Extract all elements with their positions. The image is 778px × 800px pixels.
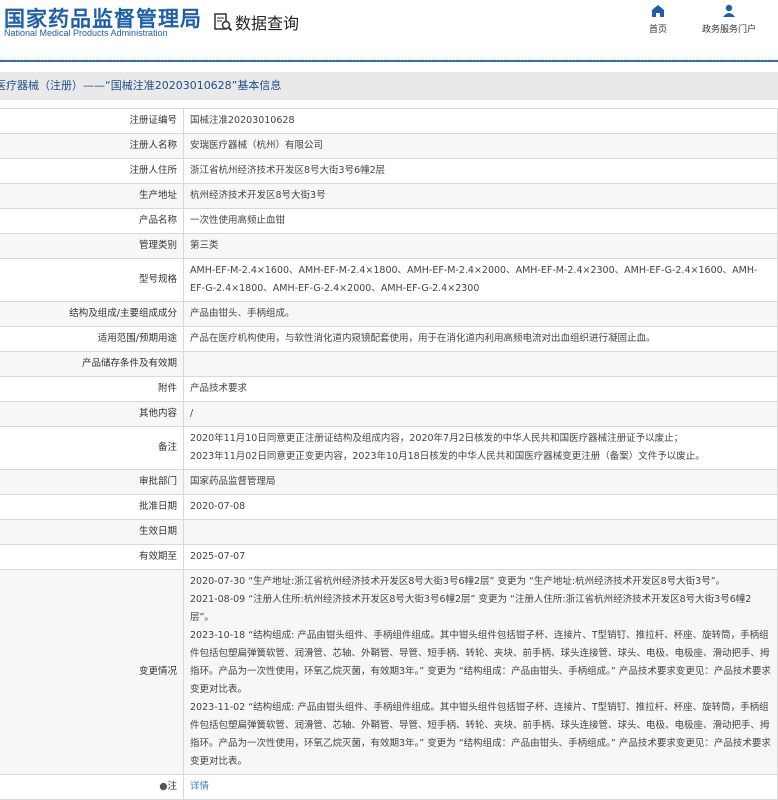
- value-line: 2020-07-30 “生产地址:浙江省杭州经济技术开发区8号大街3号6幢2层”…: [190, 576, 726, 587]
- data-query-label: 数据查询: [235, 14, 300, 33]
- row-label: 变更情况: [0, 569, 184, 775]
- row-label: 批准日期: [0, 494, 184, 520]
- nav-service-label: 政务服务门户: [702, 25, 757, 35]
- table-row: 注册人名称 安瑞医疗器械（杭州）有限公司: [0, 133, 778, 159]
- row-label: 注册人名称: [0, 133, 184, 159]
- row-label: 其他内容: [0, 401, 184, 427]
- table-row: 附件 产品技术要求: [0, 376, 778, 402]
- pin-icon: ●: [159, 781, 168, 792]
- table-row: 审批部门 国家药品监督管理局: [0, 469, 778, 495]
- note-label: 注: [167, 781, 177, 792]
- table-row: 其他内容 /: [0, 401, 778, 427]
- row-value: 国械注准20203010628: [183, 108, 778, 134]
- table-row: 产品储存条件及有效期: [0, 351, 778, 377]
- row-label: 管理类别: [0, 233, 184, 259]
- row-label: 备注: [0, 426, 184, 470]
- row-value: 2025-07-07: [183, 544, 778, 570]
- row-label: 产品储存条件及有效期: [0, 351, 184, 377]
- home-icon: [652, 5, 664, 17]
- row-value: 2020-07-08: [183, 494, 778, 520]
- table-row: 适用范围/预期用途 产品在医疗机构使用，与软性消化道内窥镜配套使用，用于在消化道内…: [0, 326, 778, 352]
- row-value: [183, 519, 778, 545]
- table-row: 生产地址 杭州经济技术开发区8号大街3号: [0, 183, 778, 209]
- row-value: 杭州经济技术开发区8号大街3号: [183, 183, 778, 209]
- document-search-icon: [214, 13, 233, 32]
- table-row: 产品名称 一次性使用高频止血钳: [0, 208, 778, 234]
- row-label: 产品名称: [0, 208, 184, 234]
- logo-subtitle: National Medical Products Administration: [4, 28, 168, 38]
- row-label: 审批部门: [0, 469, 184, 495]
- row-value: AMH-EF-M-2.4×1600、AMH-EF-M-2.4×1800、AMH-…: [183, 258, 778, 302]
- value-line: 2023-10-18 “结构组成: 产品由钳头组件、手柄组件组成。其中钳头组件包…: [190, 630, 771, 695]
- row-value: [183, 351, 778, 377]
- row-value: 国家药品监督管理局: [183, 469, 778, 495]
- value-line: 2021-08-09 “注册人住所:杭州经济技术开发区8号大街3号6幢2层” 变…: [190, 594, 752, 623]
- row-value: 2020年11月10日同意更正注册证结构及组成内容，2020年7月2日核发的中华…: [183, 426, 778, 470]
- table-row: 型号规格 AMH-EF-M-2.4×1600、AMH-EF-M-2.4×1800、…: [0, 258, 778, 302]
- row-value: 一次性使用高频止血钳: [183, 208, 778, 234]
- row-label: 注册证编号: [0, 108, 184, 134]
- nav-home[interactable]: 首页: [649, 4, 667, 35]
- table-row: 管理类别 第三类: [0, 233, 778, 259]
- table-row: 批准日期 2020-07-08: [0, 494, 778, 520]
- nav-service-portal[interactable]: 政务服务门户: [702, 4, 756, 35]
- note-label-cell: ●注: [0, 774, 184, 800]
- table-row: 生效日期: [0, 519, 778, 545]
- table-row: 有效期至 2025-07-07: [0, 544, 778, 570]
- row-value: 产品由钳头、手柄组成。: [183, 301, 778, 327]
- details-link[interactable]: 详情: [190, 781, 209, 792]
- note-row: ●注 详情: [0, 774, 778, 800]
- table-row: 变更情况 2020-07-30 “生产地址:浙江省杭州经济技术开发区8号大街3号6…: [0, 569, 778, 775]
- note-value: 详情: [183, 774, 778, 800]
- row-label: 型号规格: [0, 258, 184, 302]
- value-line: 2023年11月02日同意更正变更内容，2023年10月18日核发的中华人民共和…: [190, 451, 705, 462]
- table-row: 注册人住所 浙江省杭州经济技术开发区8号大街3号6幢2层: [0, 158, 778, 184]
- table-row: 注册证编号 国械注准20203010628: [0, 108, 778, 134]
- header-divider: [0, 58, 778, 62]
- row-value: 第三类: [183, 233, 778, 259]
- value-line: 2023-11-02 “结构组成: 产品由钳头组件、手柄组件组成。其中钳头组件包…: [190, 702, 771, 767]
- row-value: /: [183, 401, 778, 427]
- row-label: 适用范围/预期用途: [0, 326, 184, 352]
- row-label: 结构及组成/主要组成成分: [0, 301, 184, 327]
- row-value: 安瑞医疗器械（杭州）有限公司: [183, 133, 778, 159]
- row-label: 生产地址: [0, 183, 184, 209]
- row-label: 生效日期: [0, 519, 184, 545]
- row-value: 产品在医疗机构使用，与软性消化道内窥镜配套使用，用于在消化道内利用高频电流对出血…: [183, 326, 778, 352]
- row-value: 2020-07-30 “生产地址:浙江省杭州经济技术开发区8号大街3号6幢2层”…: [183, 569, 778, 775]
- table-row: 备注 2020年11月10日同意更正注册证结构及组成内容，2020年7月2日核发的…: [0, 426, 778, 470]
- table-row: 结构及组成/主要组成成分 产品由钳头、手柄组成。: [0, 301, 778, 327]
- row-label: 注册人住所: [0, 158, 184, 184]
- row-label: 有效期至: [0, 544, 184, 570]
- row-value: 浙江省杭州经济技术开发区8号大街3号6幢2层: [183, 158, 778, 184]
- row-label: 附件: [0, 376, 184, 402]
- row-value: 产品技术要求: [183, 376, 778, 402]
- detail-table: 注册证编号 国械注准20203010628 注册人名称 安瑞医疗器械（杭州）有限公司注…: [0, 108, 778, 800]
- site-header: 国家药品监督管理局 National Medical Products Admi…: [0, 0, 778, 58]
- nav-home-label: 首页: [649, 25, 668, 35]
- data-query-title: 数据查询: [213, 10, 299, 34]
- value-line: 2020年11月10日同意更正注册证结构及组成内容，2020年7月2日核发的中华…: [190, 433, 684, 444]
- user-icon: [723, 4, 735, 17]
- breadcrumb: 医疗器械（注册）——“国械注准20203010628”基本信息: [0, 72, 778, 100]
